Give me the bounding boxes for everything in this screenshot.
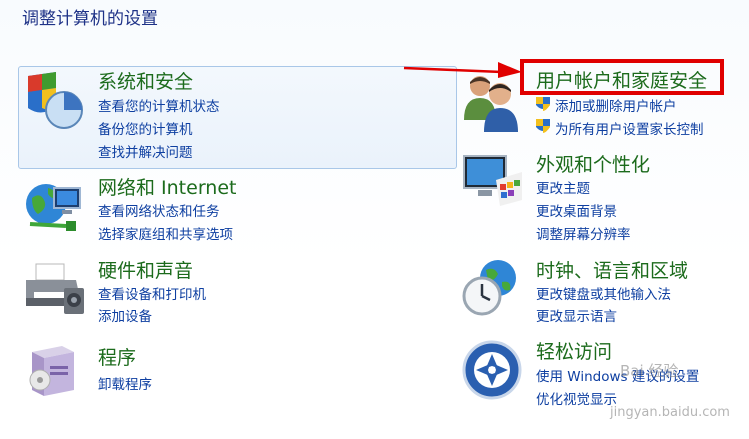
link-network-status[interactable]: 查看网络状态和任务 <box>98 200 220 220</box>
link-change-theme[interactable]: 更改主题 <box>536 177 590 197</box>
shield-chart-icon[interactable] <box>22 68 86 132</box>
link-keyboards-input[interactable]: 更改键盘或其他输入法 <box>536 283 671 303</box>
link-screen-resolution[interactable]: 调整屏幕分辨率 <box>536 223 631 243</box>
link-troubleshoot[interactable]: 查找并解决问题 <box>98 141 193 161</box>
link-check-computer-status[interactable]: 查看您的计算机状态 <box>98 95 220 115</box>
clock-globe-icon[interactable] <box>460 256 524 320</box>
link-add-remove-accounts[interactable]: 添加或删除用户帐户 <box>555 95 677 115</box>
accessibility-icon[interactable] <box>460 338 524 402</box>
link-parental-controls[interactable]: 为所有用户设置家长控制 <box>555 118 704 138</box>
watermark-url: jingyan.baidu.com <box>610 405 730 420</box>
annotation-arrow-icon <box>403 62 522 78</box>
link-homegroup-sharing[interactable]: 选择家庭组和共享选项 <box>98 223 233 243</box>
link-display-language[interactable]: 更改显示语言 <box>536 305 617 325</box>
link-backup-computer[interactable]: 备份您的计算机 <box>98 118 193 138</box>
category-title-clock-language[interactable]: 时钟、语言和区域 <box>536 256 688 283</box>
category-title-programs[interactable]: 程序 <box>98 343 136 370</box>
uac-shield-icon <box>536 97 550 111</box>
link-uninstall-program[interactable]: 卸载程序 <box>98 373 152 393</box>
category-title-ease-of-access[interactable]: 轻松访问 <box>536 337 612 364</box>
programs-box-icon[interactable] <box>22 338 86 402</box>
globe-network-icon[interactable] <box>22 174 86 238</box>
category-title-appearance[interactable]: 外观和个性化 <box>536 150 650 177</box>
link-optimize-display[interactable]: 优化视觉显示 <box>536 388 617 408</box>
link-devices-printers[interactable]: 查看设备和打印机 <box>98 283 206 303</box>
category-title-network[interactable]: 网络和 Internet <box>98 173 236 200</box>
monitor-palette-icon[interactable] <box>460 150 524 214</box>
uac-shield-icon <box>536 119 550 133</box>
page-title: 调整计算机的设置 <box>22 9 158 29</box>
users-icon[interactable] <box>460 70 524 134</box>
link-desktop-background[interactable]: 更改桌面背景 <box>536 200 617 220</box>
link-add-device[interactable]: 添加设备 <box>98 305 152 325</box>
annotation-highlight-box <box>520 59 724 95</box>
category-title-system-security[interactable]: 系统和安全 <box>98 67 193 94</box>
printer-icon[interactable] <box>22 258 86 322</box>
category-title-hardware-sound[interactable]: 硬件和声音 <box>98 256 193 283</box>
watermark-brand: Bai 经验 <box>620 362 679 380</box>
